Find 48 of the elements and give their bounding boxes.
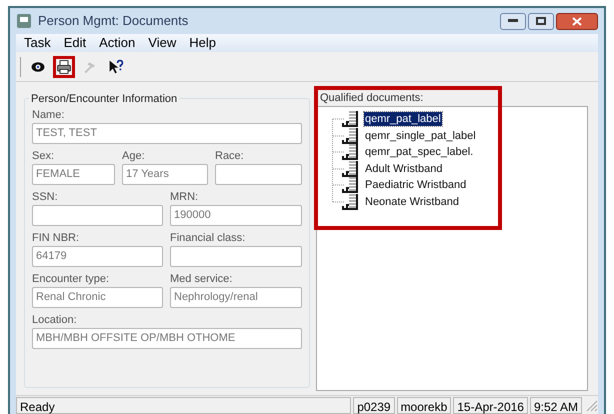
input-field[interactable]: Renal Chronic	[32, 287, 163, 308]
field-label: Med service:	[170, 272, 234, 286]
menu-item[interactable]: Task	[24, 33, 51, 53]
document-item[interactable]: Paediatric Wristband	[364, 178, 468, 192]
status-message: Ready	[16, 396, 352, 414]
input-field[interactable]: Nephrology/renal	[170, 287, 302, 308]
field-label: Name:	[32, 108, 66, 122]
input-field[interactable]	[170, 246, 302, 267]
input-field[interactable]: MBH/MBH OFFSITE OP/MBH OTHOME	[32, 328, 302, 349]
field-label: SSN:	[32, 190, 59, 204]
document-item[interactable]: Neonate Wristband	[364, 194, 460, 209]
document-item[interactable]: qemr_pat_spec_label.	[364, 145, 474, 160]
maximize-button[interactable]	[528, 12, 554, 30]
status-pane: 15-Apr-2016	[453, 396, 528, 414]
field-label: MRN:	[170, 190, 200, 204]
status-pane: p0239	[353, 396, 395, 414]
field-label: Race:	[215, 149, 245, 163]
close-icon	[572, 16, 582, 26]
input-field[interactable]: 64179	[32, 246, 163, 267]
document-item[interactable]: Adult Wristband	[364, 162, 444, 176]
printer-tool-button[interactable]	[53, 56, 75, 78]
input-field[interactable]: 17 Years	[122, 164, 208, 185]
resize-grip-icon[interactable]	[584, 398, 598, 412]
field-label: Sex:	[32, 149, 56, 163]
field-label: FIN NBR:	[32, 231, 80, 245]
document-item[interactable]: qemr_single_pat_label	[364, 128, 477, 143]
input-field[interactable]	[215, 164, 302, 185]
field-label: Encounter type:	[32, 272, 110, 286]
document-item[interactable]: qemr_pat_label	[364, 112, 442, 126]
window-title: Person Mgmt: Documents	[38, 12, 188, 30]
maximize-icon	[536, 17, 546, 25]
field-label: Financial class:	[170, 231, 246, 245]
status-pane: moorekb	[396, 396, 452, 414]
menu-item[interactable]: Edit	[64, 33, 86, 53]
minimize-icon	[508, 19, 518, 23]
field-label: Age:	[122, 149, 146, 163]
minimize-button[interactable]	[500, 12, 526, 30]
menu-item[interactable]: Action	[99, 33, 136, 53]
menu-item[interactable]: View	[148, 33, 176, 53]
status-pane: 9:52 AM	[530, 396, 582, 414]
menu-item[interactable]: Help	[189, 33, 216, 53]
input-field[interactable]: FEMALE	[32, 164, 115, 185]
field-label: Location:	[32, 313, 78, 327]
input-field[interactable]: TEST, TEST	[32, 123, 302, 144]
close-button[interactable]	[556, 12, 598, 30]
list-title: Qualified documents:	[319, 91, 424, 104]
input-field[interactable]	[32, 205, 163, 226]
input-field[interactable]: 190000	[170, 205, 302, 226]
